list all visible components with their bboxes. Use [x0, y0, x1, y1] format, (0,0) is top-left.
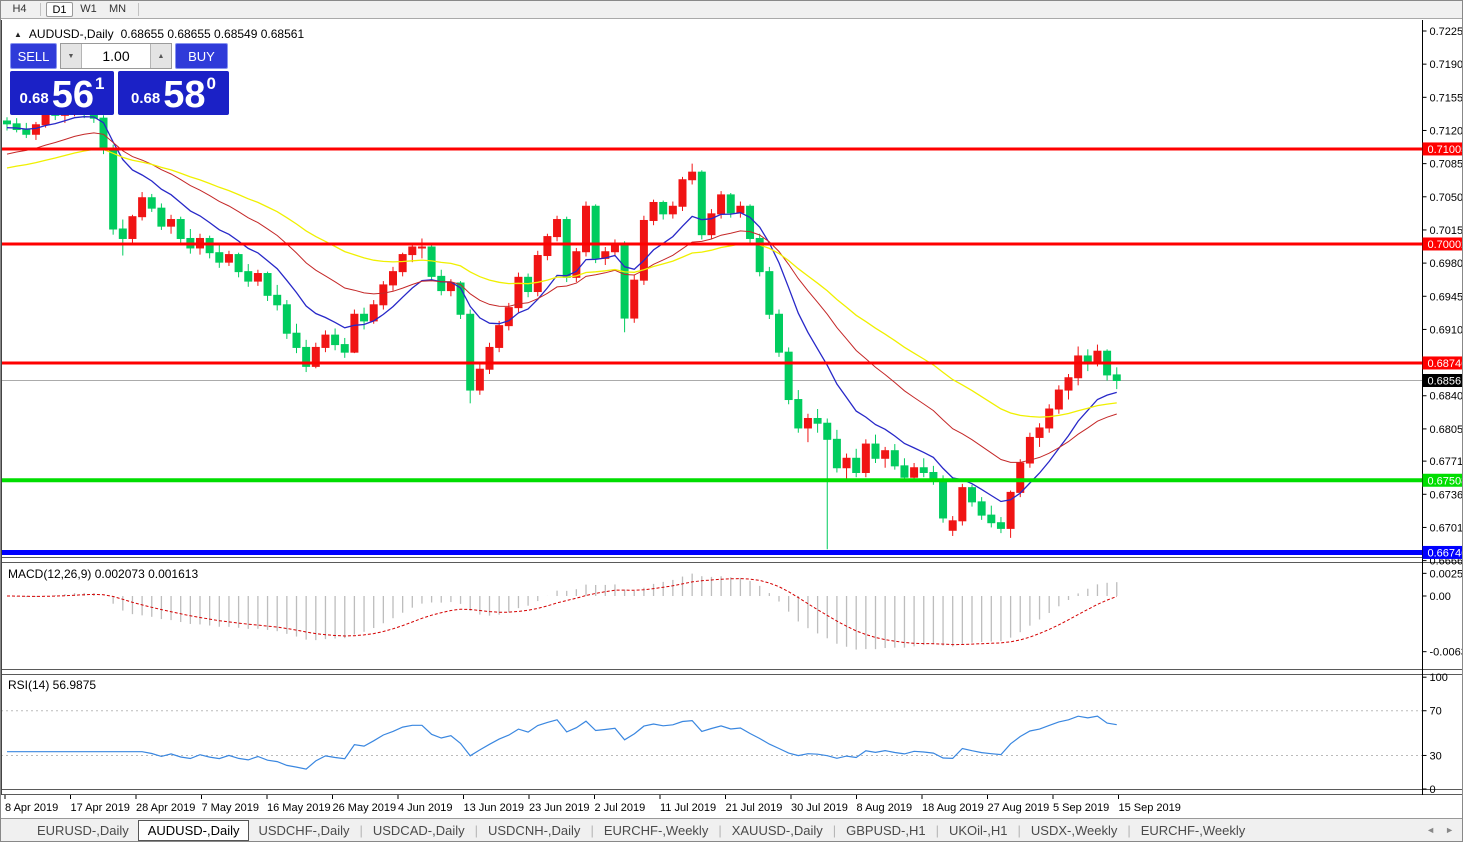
price-label-text: 0.71005 [1428, 144, 1463, 156]
sell-button[interactable]: SELL [10, 43, 57, 69]
date-axis-label: 21 Jul 2019 [726, 802, 783, 814]
buy-price-big: 58 [163, 73, 206, 116]
axis-tick-label: 0.68050 [1430, 424, 1463, 436]
trading-platform-window: H4D1W1MN 0.722500.719000.715500.712000.7… [0, 0, 1463, 842]
date-axis-label: 4 Jun 2019 [398, 802, 452, 814]
date-axis-label: 11 Jul 2019 [660, 802, 716, 814]
toolbar-separator [40, 3, 41, 16]
symbol-tab-eurchf-weekly[interactable]: EURCHF-,Weekly [595, 821, 718, 840]
axis-tick-label: 0.71200 [1430, 125, 1463, 137]
volume-spinner: ▼ 1.00 ▲ [60, 43, 172, 69]
tab-scroll-right-icon[interactable]: ► [1445, 825, 1454, 835]
date-axis-label: 30 Jul 2019 [791, 802, 848, 814]
macd-indicator-label: MACD(12,26,9) 0.002073 0.001613 [8, 567, 199, 581]
chart-ohlc-values: 0.68655 0.68655 0.68549 0.68561 [120, 27, 305, 41]
axis-tick-label: 70 [1430, 706, 1442, 718]
symbol-tabbar: EURUSD-,Daily AUDUSD-,Daily USDCHF-,Daily |… [1, 818, 1462, 841]
symbol-tab-usdcad-daily[interactable]: USDCAD-,Daily [364, 821, 474, 840]
date-axis-label: 26 May 2019 [333, 802, 397, 814]
axis-tick-label: 0.70500 [1430, 192, 1463, 204]
date-axis-label: 8 Aug 2019 [857, 802, 913, 814]
timeframe-button-w1[interactable]: W1 [75, 2, 102, 17]
price-label-text: 0.66746 [1428, 547, 1463, 559]
date-axis-label: 8 Apr 2019 [5, 802, 58, 814]
axis-tick-label: 0.69800 [1430, 258, 1463, 270]
volume-decrease-icon[interactable]: ▼ [61, 44, 82, 68]
volume-increase-icon[interactable]: ▲ [150, 44, 171, 68]
date-axis-label: 28 Apr 2019 [136, 802, 195, 814]
timeframe-toolbar: H4 D1 W1 MN [1, 1, 1462, 19]
sell-price-prefix: 0.68 [19, 90, 49, 107]
date-axis-label: 23 Jun 2019 [529, 802, 590, 814]
symbol-tab-eurchf-weekly[interactable]: EURCHF-,Weekly [1132, 821, 1255, 840]
buy-price-pip: 0 [206, 74, 216, 93]
date-axis-label: 7 May 2019 [202, 802, 259, 814]
symbol-tab-ukoil-h1[interactable]: UKOil-,H1 [940, 821, 1017, 840]
date-axis-label: 13 Jun 2019 [464, 802, 525, 814]
axis-tick-label: 30 [1430, 750, 1442, 762]
date-axis-label: 2 Jul 2019 [595, 802, 646, 814]
chart-canvas[interactable]: 0.72250 0.71900 0.71550 0.71200 0.70850 0.705… [1, 20, 1463, 820]
price-label-text: 0.70002 [1428, 239, 1463, 251]
timeframe-button-d1[interactable]: D1 [46, 2, 73, 17]
chart-symbol-header: ▲ AUDUSD-,Daily 0.68655 0.68655 0.68549 … [14, 27, 304, 41]
date-axis-label: 27 Aug 2019 [988, 802, 1050, 814]
timeframe-button-mn[interactable]: MN [104, 2, 131, 17]
price-label-text: 0.67508 [1428, 475, 1463, 487]
date-axis-label: 16 May 2019 [267, 802, 331, 814]
axis-tick-label: 0.71900 [1430, 59, 1463, 71]
axis-tick-label: 0.72250 [1430, 26, 1463, 38]
one-click-trade-panel: SELL ▼ 1.00 ▲ BUY 0.68 56 1 0.68 58 0 [10, 43, 229, 115]
tab-scroll-left-icon[interactable]: ◄ [1426, 825, 1435, 835]
axis-tick-label: 0.67710 [1430, 456, 1463, 468]
buy-button[interactable]: BUY [175, 43, 228, 69]
buy-price-display[interactable]: 0.68 58 0 [118, 71, 229, 115]
symbol-tab-xauusd-daily[interactable]: XAUUSD-,Daily [723, 821, 832, 840]
sell-price-pip: 1 [95, 74, 105, 93]
axis-tick-label: 100 [1430, 672, 1448, 684]
date-axis-label: 18 Aug 2019 [922, 802, 984, 814]
price-label-text: 0.68746 [1428, 358, 1463, 370]
axis-tick-label: 0.70150 [1430, 225, 1463, 237]
symbol-tab-gbpusd-h1[interactable]: GBPUSD-,H1 [837, 821, 934, 840]
sell-price-display[interactable]: 0.68 56 1 [10, 71, 114, 115]
buy-price-prefix: 0.68 [131, 90, 161, 107]
date-axis-label: 17 Apr 2019 [71, 802, 130, 814]
collapse-panel-icon[interactable]: ▲ [14, 30, 22, 39]
price-label-text: 0.68561 [1428, 375, 1463, 387]
axis-tick-label: -0.006326 [1430, 647, 1463, 659]
axis-tick-label: 0.70850 [1430, 159, 1463, 171]
axis-tick-label: 0.67360 [1430, 489, 1463, 501]
chart-symbol-label: AUDUSD-,Daily [28, 27, 114, 41]
symbol-tab-usdcnh-daily[interactable]: USDCNH-,Daily [479, 821, 589, 840]
axis-tick-label: 0.69100 [1430, 324, 1463, 336]
toolbar-separator [138, 3, 139, 16]
date-axis-label: 15 Sep 2019 [1119, 802, 1181, 814]
axis-tick-label: 0.68400 [1430, 391, 1463, 403]
date-axis-label: 5 Sep 2019 [1053, 802, 1109, 814]
rsi-indicator-label: RSI(14) 56.9875 [8, 678, 97, 692]
axis-tick-label: 0.69450 [1430, 291, 1463, 303]
symbol-tab-usdx-weekly[interactable]: USDX-,Weekly [1022, 821, 1126, 840]
axis-tick-label: 0.00 [1430, 591, 1451, 603]
volume-input[interactable]: 1.00 [82, 44, 150, 68]
axis-tick-label: 0 [1430, 784, 1436, 796]
sell-price-big: 56 [51, 73, 94, 116]
timeframe-button-h4[interactable]: H4 [6, 2, 33, 17]
symbol-tab-eurusd-daily[interactable]: EURUSD-,Daily [28, 821, 138, 840]
axis-tick-label: 0.67010 [1430, 522, 1463, 534]
symbol-tab-usdchf-daily[interactable]: USDCHF-,Daily [249, 821, 358, 840]
symbol-tab-audusd-daily[interactable]: AUDUSD-,Daily [137, 819, 250, 841]
axis-tick-label: 0.002574 [1430, 568, 1463, 580]
axis-tick-label: 0.71550 [1430, 92, 1463, 104]
